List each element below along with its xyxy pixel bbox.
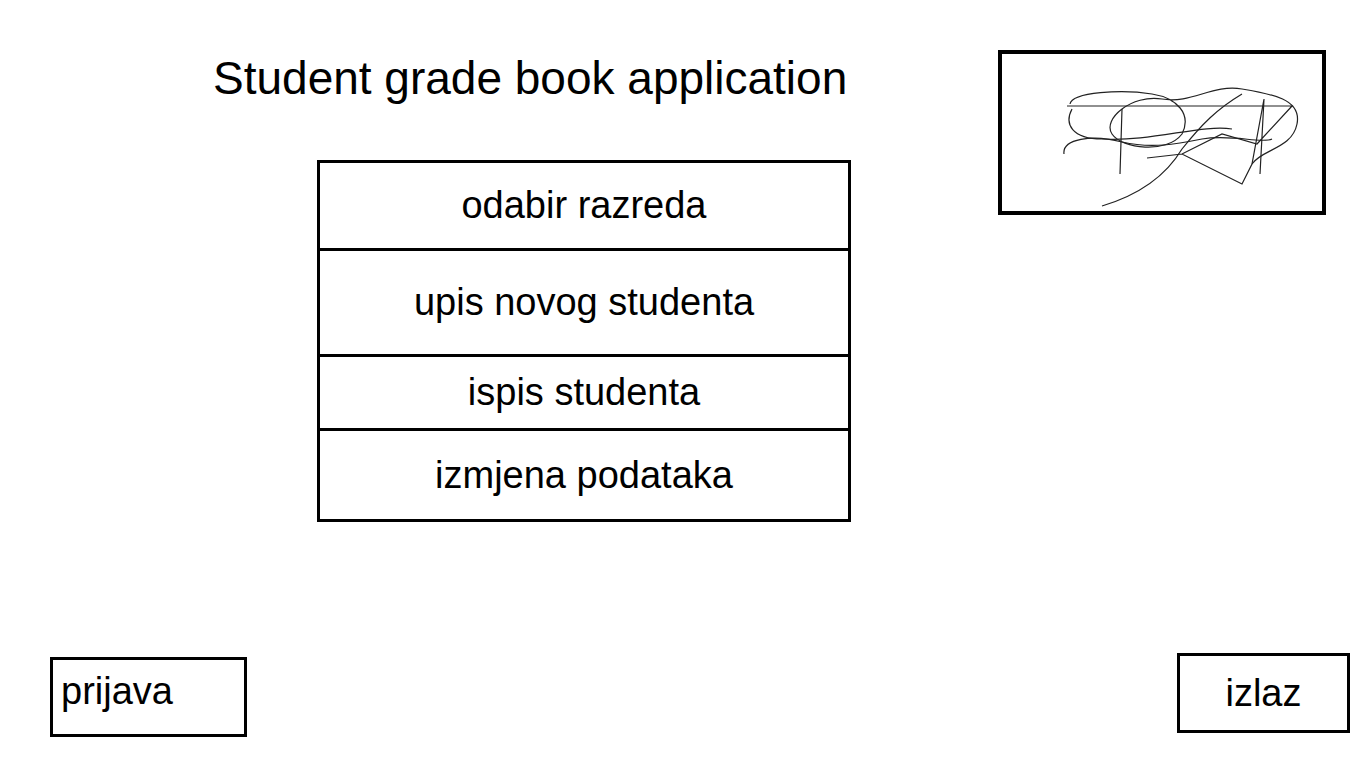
app-title: Student grade book application <box>213 50 851 106</box>
menu-item[interactable]: odabir razreda <box>320 163 848 251</box>
login-button[interactable]: prijava <box>50 657 247 737</box>
main-menu: odabir razredaupis novog studentaispis s… <box>317 160 851 522</box>
app-screen: Student grade book application odabir ra… <box>0 0 1366 767</box>
menu-item[interactable]: izmjena podataka <box>320 431 848 519</box>
scribble-logo-icon <box>1002 54 1322 211</box>
logo <box>998 50 1326 215</box>
menu-item[interactable]: ispis studenta <box>320 357 848 431</box>
menu-item[interactable]: upis novog studenta <box>320 251 848 357</box>
exit-button[interactable]: izlaz <box>1177 653 1350 733</box>
